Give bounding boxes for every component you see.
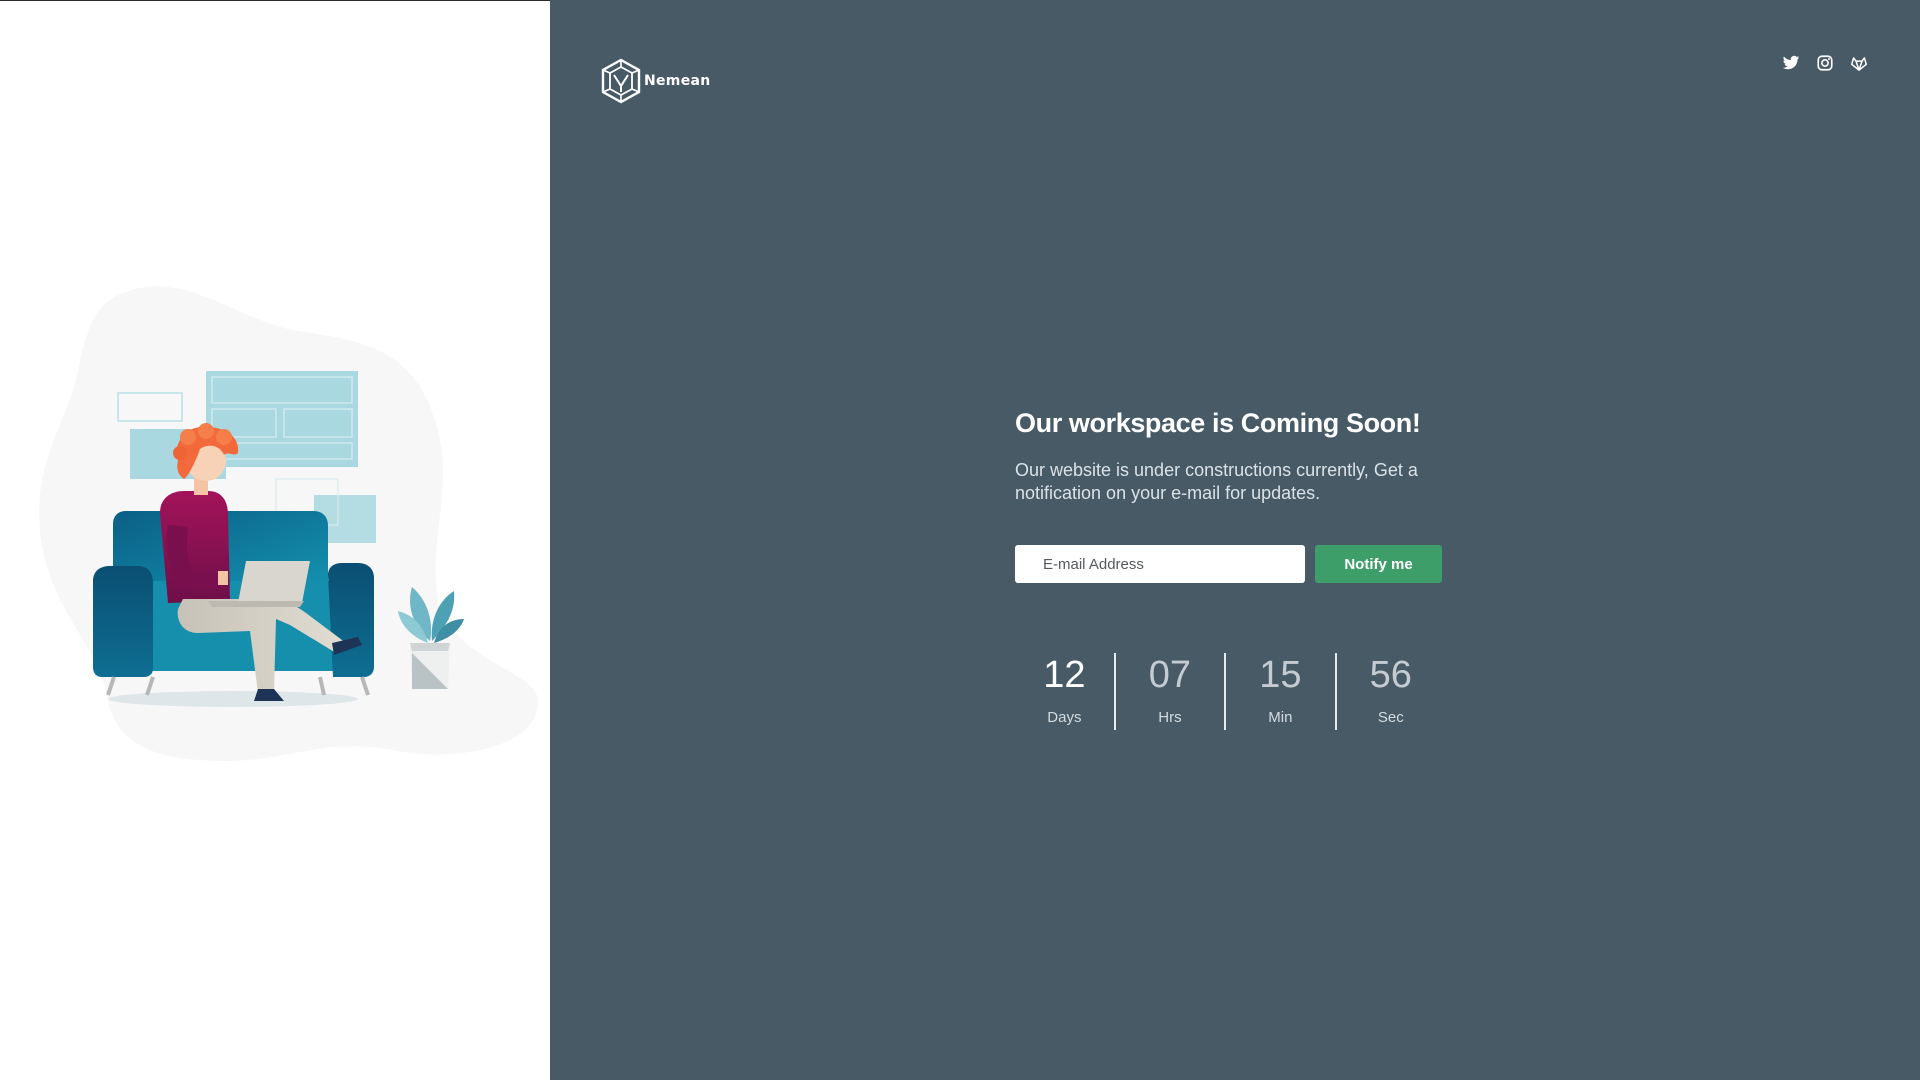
illustration-panel (0, 0, 550, 1080)
brand[interactable]: Nemean (600, 58, 711, 104)
countdown-seconds-label: Sec (1377, 709, 1404, 726)
countdown-days: 12 Days (1015, 653, 1114, 730)
sofa-arm-right (328, 563, 374, 677)
countdown-minutes-value: 15 (1259, 654, 1302, 696)
countdown-minutes: 15 Min (1224, 653, 1334, 730)
email-input[interactable] (1015, 545, 1305, 583)
countdown-hours-label: Hrs (1158, 709, 1182, 726)
notify-form: Notify me (1015, 545, 1455, 583)
content-panel: Nemean Our workspace is Coming Soon! Our… (550, 0, 1920, 1080)
countdown-timer: 12 Days 07 Hrs 15 Min 56 Sec (1015, 653, 1445, 730)
social-links (1782, 54, 1868, 72)
description-text: Our website is under constructions curre… (1015, 460, 1418, 503)
countdown-minutes-label: Min (1268, 709, 1293, 726)
instagram-icon (1817, 55, 1833, 71)
person-on-sofa-illustration (39, 286, 538, 761)
countdown-hours-value: 07 (1148, 654, 1192, 696)
countdown-days-value: 12 (1043, 654, 1086, 696)
page-title: Our workspace is Coming Soon! (1015, 408, 1421, 438)
sofa-arm-left (93, 566, 153, 677)
countdown-days-label: Days (1047, 709, 1082, 726)
gitlab-icon (1850, 57, 1868, 71)
twitter-icon (1782, 55, 1800, 70)
page: Nemean Our workspace is Coming Soon! Our… (0, 0, 1920, 1080)
lion-hexagon-logo-icon (601, 58, 641, 104)
instagram-link[interactable] (1816, 54, 1834, 72)
countdown-seconds-value: 56 (1369, 654, 1412, 696)
countdown-seconds: 56 Sec (1334, 653, 1445, 730)
brand-name: Nemean (644, 73, 711, 89)
notify-me-button[interactable]: Notify me (1315, 545, 1442, 583)
twitter-link[interactable] (1782, 54, 1800, 72)
gitlab-link[interactable] (1850, 54, 1868, 72)
countdown-hours: 07 Hrs (1113, 653, 1224, 730)
coming-soon-content: Our workspace is Coming Soon! Our websit… (1015, 408, 1455, 730)
laptop (238, 561, 310, 603)
